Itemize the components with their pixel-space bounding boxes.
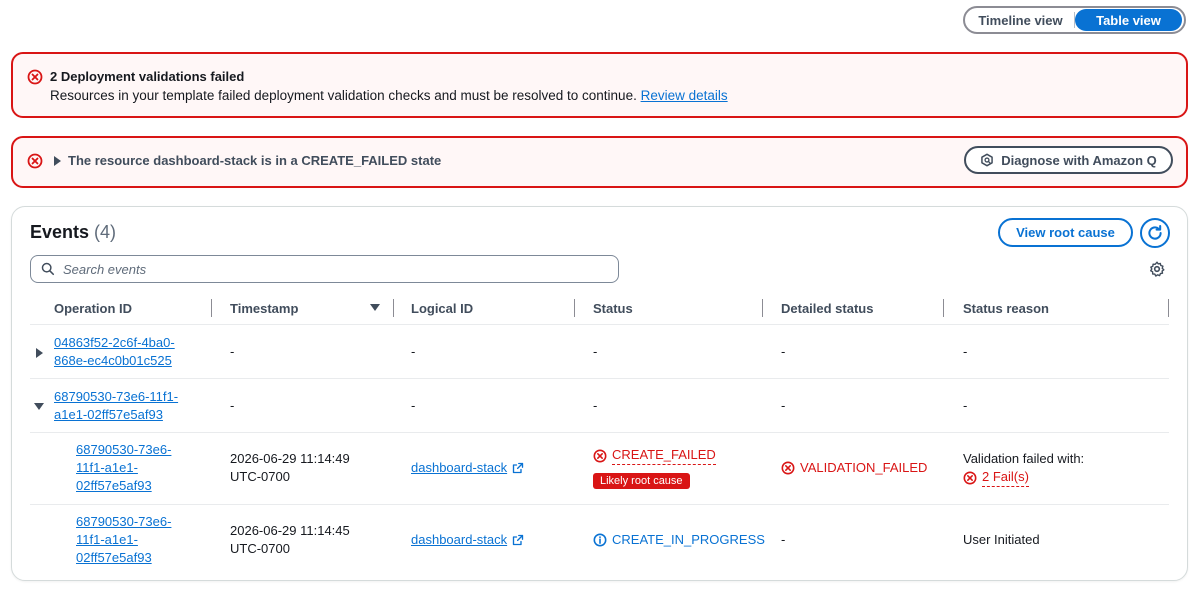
detailed-status-cell: -	[781, 398, 786, 413]
review-details-link[interactable]: Review details	[641, 88, 728, 103]
diagnose-amazon-q-button[interactable]: Diagnose with Amazon Q	[964, 146, 1173, 174]
col-resizer[interactable]	[943, 299, 944, 317]
error-circle-icon	[27, 69, 43, 85]
status-cell: -	[593, 398, 598, 413]
col-header-operation-id: Operation ID	[54, 301, 133, 316]
status-reason-cell: -	[963, 344, 968, 359]
col-resizer[interactable]	[574, 299, 575, 317]
col-resizer[interactable]	[211, 299, 212, 317]
logical-id-cell: -	[411, 398, 416, 413]
operation-id-link[interactable]: 04863f52-2c6f-4ba0- 868e-ec4c0b01c525	[54, 335, 175, 368]
expand-caret-icon[interactable]	[54, 156, 61, 166]
col-header-timestamp[interactable]: Timestamp	[230, 301, 298, 316]
table-view-button[interactable]: Table view	[1075, 9, 1182, 31]
col-header-logical-id: Logical ID	[411, 301, 474, 316]
status-create-in-progress: CREATE_IN_PROGRESS	[593, 531, 765, 549]
events-panel: Events (4) View root cause Operation ID …	[11, 206, 1188, 581]
logical-id-link[interactable]: dashboard-stack	[411, 459, 524, 477]
external-link-icon	[512, 462, 524, 474]
timeline-view-button[interactable]: Timeline view	[967, 9, 1074, 31]
status-reason-cell: Validation failed with: 2 Fail(s)	[963, 450, 1084, 490]
alert-message: Resources in your template failed deploy…	[50, 88, 637, 103]
search-icon	[41, 262, 55, 276]
info-circle-icon	[593, 533, 607, 547]
row-divider	[30, 378, 1169, 379]
error-circle-icon	[27, 153, 43, 169]
fails-popover-link[interactable]: 2 Fail(s)	[963, 468, 1029, 487]
events-heading: Events (4)	[30, 222, 116, 243]
collapse-row-icon[interactable]	[34, 403, 44, 410]
timestamp-cell: -	[230, 344, 235, 359]
validation-error-alert: 2 Deployment validations failed Resource…	[11, 52, 1188, 118]
search-events-field[interactable]	[30, 255, 619, 283]
search-events-input[interactable]	[63, 261, 603, 277]
logical-id-link[interactable]: dashboard-stack	[411, 531, 524, 549]
col-header-detailed-status: Detailed status	[781, 301, 874, 316]
gear-icon[interactable]	[1149, 261, 1165, 277]
timestamp-cell: -	[230, 398, 235, 413]
status-reason-cell: -	[963, 398, 968, 413]
operation-id-link[interactable]: 68790530-73e6-11f1-a1e1-02ff57e5af93	[76, 442, 171, 493]
amazon-q-icon	[981, 153, 994, 167]
row-divider	[30, 432, 1169, 433]
operation-id-link[interactable]: 68790530-73e6-11f1-a1e1-02ff57e5af93	[54, 389, 178, 422]
sort-descending-icon[interactable]	[370, 304, 380, 311]
refresh-button[interactable]	[1140, 218, 1170, 248]
create-failed-alert: The resource dashboard-stack is in a CRE…	[11, 136, 1188, 188]
timestamp-cell: 2026-06-29 11:14:49 UTC-0700	[230, 451, 350, 484]
row-divider	[30, 504, 1169, 505]
view-toggle: Timeline view Table view	[963, 6, 1186, 34]
alert-body: Resources in your template failed deploy…	[50, 88, 728, 103]
events-title: Events	[30, 222, 90, 242]
diagnose-button-label: Diagnose with Amazon Q	[1001, 152, 1157, 168]
status-cell: -	[593, 344, 598, 359]
alert-title: 2 Deployment validations failed	[50, 69, 245, 84]
operation-id-link[interactable]: 68790530-73e6-11f1-a1e1-02ff57e5af93	[76, 514, 171, 565]
detailed-status-validation-failed: VALIDATION_FAILED	[781, 459, 927, 477]
col-header-status-reason: Status reason	[963, 301, 1049, 316]
likely-root-cause-badge: Likely root cause	[593, 473, 690, 489]
header-divider	[30, 324, 1169, 325]
events-count: (4)	[94, 222, 117, 242]
logical-id-cell: -	[411, 344, 416, 359]
expand-row-icon[interactable]	[36, 348, 43, 358]
status-create-failed[interactable]: CREATE_FAILED	[593, 446, 716, 465]
status-reason-cell: User Initiated	[963, 532, 1040, 547]
refresh-icon	[1148, 225, 1162, 240]
error-circle-icon	[963, 471, 977, 484]
view-root-cause-button[interactable]: View root cause	[998, 218, 1133, 247]
alert-state-text[interactable]: The resource dashboard-stack is in a CRE…	[68, 153, 441, 168]
col-resizer[interactable]	[393, 299, 394, 317]
detailed-status-cell: -	[781, 344, 786, 359]
col-resizer[interactable]	[1168, 299, 1169, 317]
timestamp-cell: 2026-06-29 11:14:45 UTC-0700	[230, 523, 350, 556]
error-circle-icon	[781, 461, 795, 475]
col-header-status: Status	[593, 301, 633, 316]
col-resizer[interactable]	[762, 299, 763, 317]
external-link-icon	[512, 534, 524, 546]
detailed-status-cell: -	[781, 532, 786, 547]
error-circle-icon	[593, 449, 607, 462]
